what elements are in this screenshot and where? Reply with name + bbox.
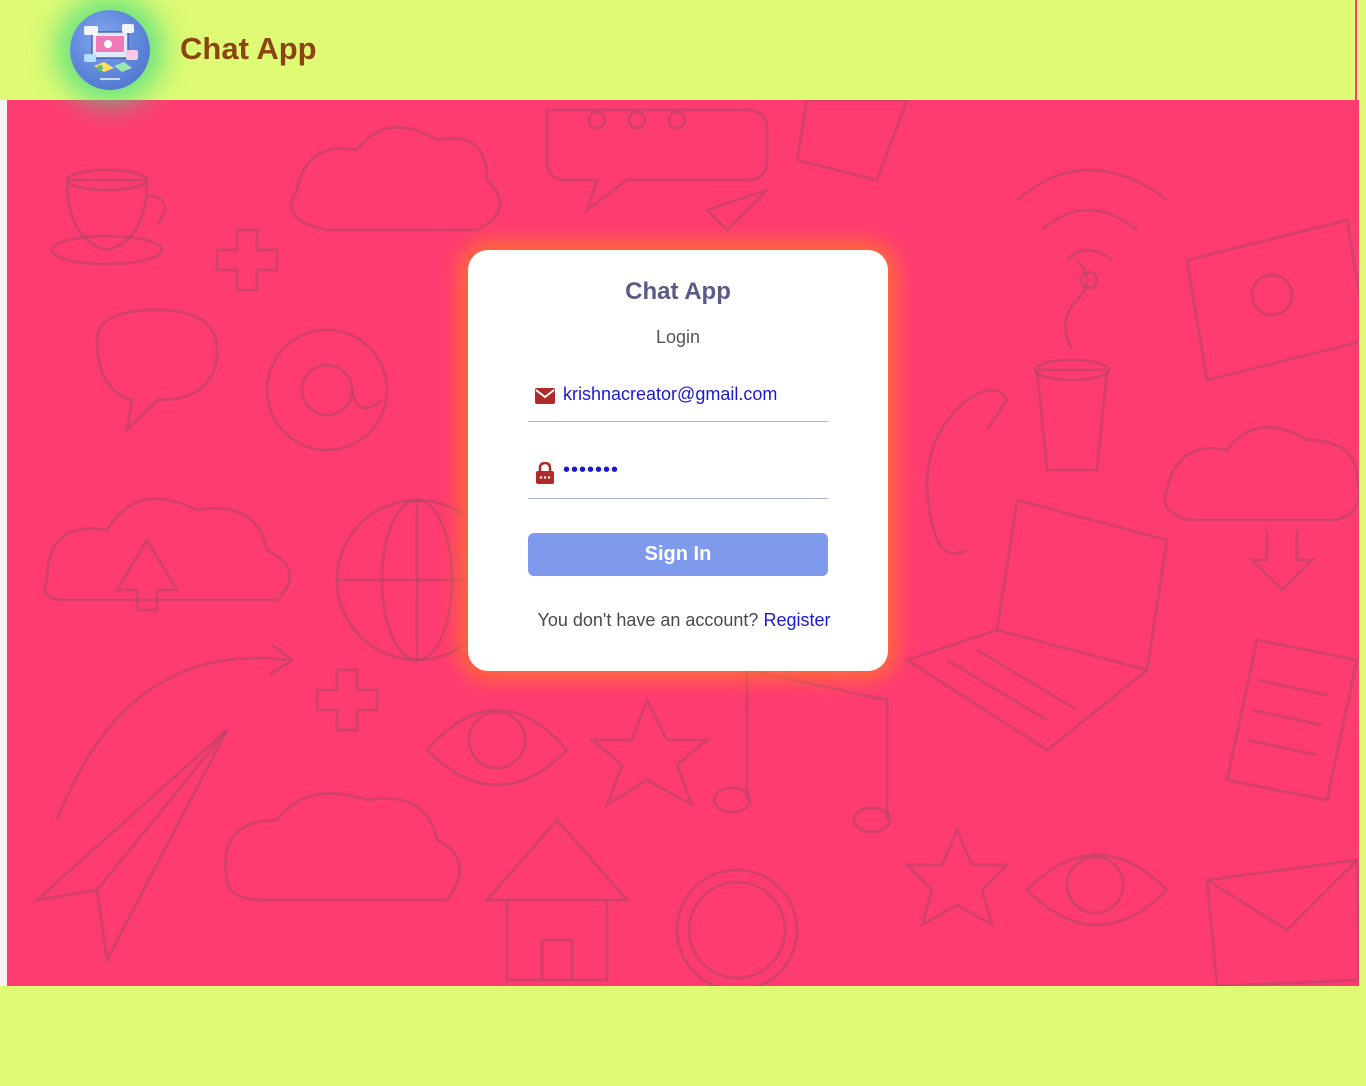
navbar: Chat App bbox=[0, 0, 1356, 100]
password-field: ••••••• bbox=[528, 452, 828, 499]
navbar-right-border bbox=[1355, 0, 1357, 100]
register-prompt: You don't have an account? Register bbox=[468, 610, 888, 631]
login-card: Chat App Login ••••••• bbox=[468, 250, 888, 671]
no-account-text: You don't have an account? bbox=[537, 610, 759, 630]
email-input[interactable] bbox=[563, 381, 825, 407]
chat-app-logo[interactable] bbox=[70, 10, 150, 90]
mail-icon bbox=[534, 385, 556, 407]
hero-left-edge bbox=[0, 100, 7, 986]
sign-in-button[interactable]: Sign In bbox=[528, 533, 828, 576]
lock-icon bbox=[534, 461, 556, 484]
footer bbox=[0, 986, 1356, 1086]
brand-title: Chat App bbox=[180, 31, 317, 66]
email-field bbox=[528, 375, 828, 422]
password-input[interactable]: ••••••• bbox=[563, 459, 825, 485]
login-subtitle: Login bbox=[655, 327, 701, 347]
logo-illustration bbox=[84, 24, 138, 80]
card-title: Chat App bbox=[625, 278, 731, 305]
hero-background: Chat App Login ••••••• bbox=[7, 100, 1359, 986]
register-link[interactable]: Register bbox=[763, 610, 830, 630]
